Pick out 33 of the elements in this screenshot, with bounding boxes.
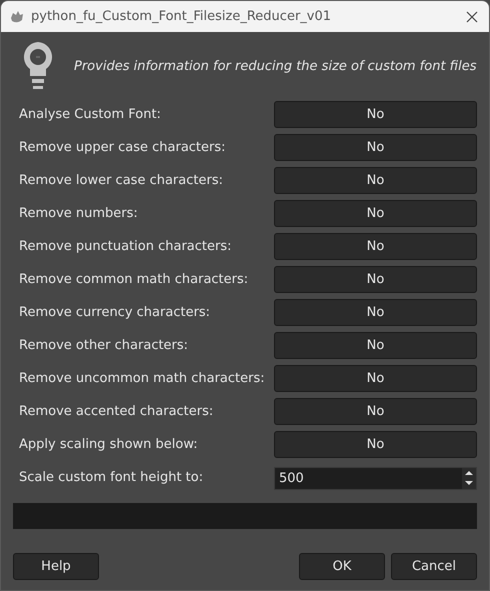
- toggle-button[interactable]: No: [274, 398, 477, 425]
- toggle-button[interactable]: No: [274, 332, 477, 359]
- lightbulb-icon: [22, 41, 54, 91]
- window-title: python_fu_Custom_Font_Filesize_Reducer_v01: [31, 9, 332, 24]
- option-label: Remove punctuation characters:: [19, 239, 232, 254]
- toggle-button[interactable]: No: [274, 167, 477, 194]
- option-label: Remove common math characters:: [19, 272, 248, 287]
- spin-field[interactable]: 500: [274, 467, 477, 490]
- option-label: Scale custom font height to:: [19, 470, 204, 485]
- option-label: Remove currency characters:: [19, 305, 210, 320]
- option-label: Remove accented characters:: [19, 404, 214, 419]
- toggle-button[interactable]: No: [274, 431, 477, 458]
- description-text: Provides information for reducing the size of custom font files: [74, 58, 476, 74]
- toggle-button[interactable]: No: [274, 233, 477, 260]
- dialog-button[interactable]: OK: [299, 553, 385, 580]
- option-label: Apply scaling shown below:: [19, 437, 198, 452]
- dialog-button[interactable]: Help: [13, 553, 99, 580]
- number-field[interactable]: 500: [275, 468, 462, 489]
- toggle-button[interactable]: No: [274, 200, 477, 227]
- toggle-button[interactable]: No: [274, 101, 477, 128]
- option-label: Remove upper case characters:: [19, 140, 226, 155]
- option-label: Remove numbers:: [19, 206, 138, 221]
- toggle-button[interactable]: No: [274, 266, 477, 293]
- option-label: Remove uncommon math characters:: [19, 371, 265, 386]
- toggle-button[interactable]: No: [274, 299, 477, 326]
- option-label: Analyse Custom Font:: [19, 107, 161, 122]
- toggle-button[interactable]: No: [274, 365, 477, 392]
- toggle-button[interactable]: No: [274, 134, 477, 161]
- option-label: Remove lower case characters:: [19, 173, 223, 188]
- close-icon[interactable]: [465, 10, 479, 24]
- dialog-button[interactable]: Cancel: [391, 553, 477, 580]
- option-label: Remove other characters:: [19, 338, 188, 353]
- app-icon: [9, 10, 25, 24]
